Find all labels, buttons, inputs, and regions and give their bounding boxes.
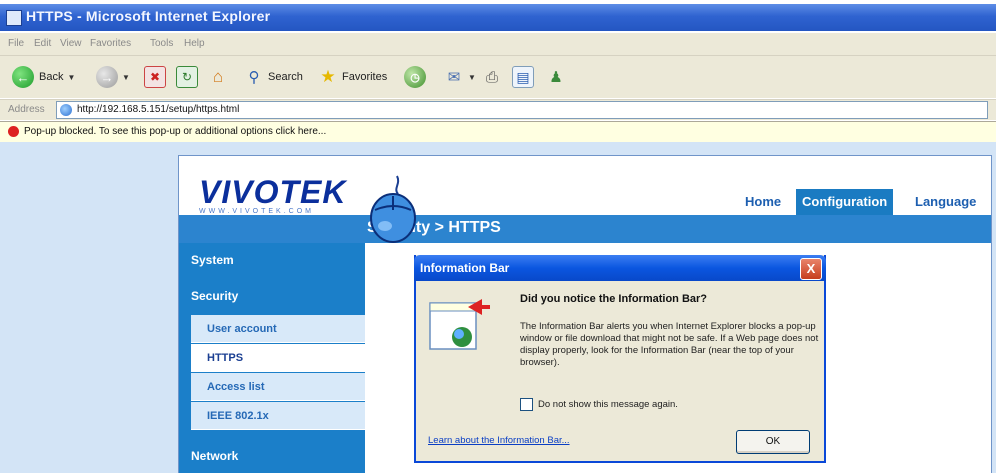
refresh-button[interactable]: ↻ — [176, 65, 198, 89]
ok-button[interactable]: OK — [736, 430, 810, 454]
menu-view[interactable]: View — [60, 38, 82, 49]
sidebar-subitem-https[interactable]: HTTPS — [191, 344, 365, 372]
sidebar-subitem-user-account[interactable]: User account — [191, 315, 365, 343]
information-bar[interactable]: Pop-up blocked. To see this pop-up or ad… — [0, 121, 996, 143]
dialog-heading: Did you notice the Information Bar? — [520, 293, 708, 305]
menu-help[interactable]: Help — [184, 38, 205, 49]
dialog-close-button[interactable]: X — [800, 258, 822, 280]
address-input[interactable]: http://192.168.5.151/setup/https.html — [56, 101, 988, 119]
back-arrow-icon: ← — [12, 66, 34, 88]
forward-button[interactable]: → ▼ — [96, 65, 130, 89]
breadcrumb-bar: Security > HTTPS — [179, 215, 991, 243]
vivotek-logo: VIVOTEK WWW.VIVOTEK.COM — [199, 174, 346, 215]
sidebar-item-security[interactable]: Security — [179, 279, 365, 313]
messenger-icon: ♟ — [549, 69, 563, 86]
back-button[interactable]: ← Back ▼ — [12, 65, 75, 89]
sidebar-item-system[interactable]: System — [179, 243, 365, 277]
sidebar-subitem-ieee-8021x[interactable]: IEEE 802.1x — [191, 402, 365, 430]
edit-button[interactable]: ▤ — [512, 65, 534, 89]
toolbar: ← Back ▼ → ▼ ✖ ↻ ⌂ ⚲ Search ★ Favorites … — [0, 56, 996, 98]
nav-home[interactable]: Home — [739, 189, 787, 215]
refresh-icon: ↻ — [176, 66, 198, 88]
search-icon: ⚲ — [248, 69, 260, 86]
logo-text: VIVOTEK — [199, 174, 347, 210]
ie-page-icon — [60, 104, 72, 116]
menu-bar: File Edit View Favorites Tools Help — [0, 33, 996, 56]
search-button[interactable]: ⚲ Search — [244, 65, 303, 89]
address-bar: Address http://192.168.5.151/setup/https… — [0, 99, 996, 120]
dialog-title: Information Bar — [420, 261, 510, 275]
address-url: http://192.168.5.151/setup/https.html — [77, 104, 240, 115]
history-icon: ◷ — [404, 66, 426, 88]
favorites-button[interactable]: ★ Favorites — [318, 65, 387, 89]
chevron-down-icon: ▼ — [468, 72, 476, 82]
stop-button[interactable]: ✖ — [144, 65, 166, 89]
mail-button[interactable]: ✉ ▼ — [444, 65, 476, 89]
menu-favorites[interactable]: Favorites — [90, 38, 131, 49]
window-title: HTTPS - Microsoft Internet Explorer — [26, 8, 271, 24]
mouse-illustration-icon — [370, 175, 416, 243]
information-bar-illustration-icon — [429, 299, 490, 350]
sidebar-subitem-access-list[interactable]: Access list — [191, 373, 365, 401]
sidebar: System Security User account HTTPS Acces… — [179, 243, 365, 473]
learn-about-information-bar-link[interactable]: Learn about the Information Bar... — [428, 435, 570, 446]
back-label: Back — [39, 71, 64, 83]
dialog-title-bar: Information Bar X — [414, 255, 826, 281]
nav-configuration[interactable]: Configuration — [796, 189, 894, 215]
ie-window-icon — [6, 10, 22, 26]
chevron-down-icon: ▼ — [67, 72, 76, 82]
history-button[interactable]: ◷ — [404, 65, 426, 89]
stop-icon: ✖ — [144, 66, 166, 88]
popup-blocked-icon — [8, 126, 19, 137]
forward-arrow-icon: → — [96, 66, 118, 88]
print-icon: ⎙ — [485, 68, 498, 86]
print-button[interactable]: ⎙ — [482, 65, 502, 89]
checkbox-label: Do not show this message again. — [538, 399, 678, 410]
home-icon: ⌂ — [212, 67, 224, 86]
mail-icon: ✉ — [447, 69, 461, 86]
address-label: Address — [8, 104, 45, 115]
menu-edit[interactable]: Edit — [34, 38, 51, 49]
dialog-body-text: The Information Bar alerts you when Inte… — [520, 321, 819, 368]
checkbox-box[interactable] — [520, 398, 533, 411]
favorites-label: Favorites — [342, 71, 388, 83]
nav-language[interactable]: Language — [909, 189, 982, 215]
search-label: Search — [268, 71, 303, 83]
home-button[interactable]: ⌂ — [208, 65, 228, 89]
title-bar: HTTPS - Microsoft Internet Explorer — [0, 4, 996, 31]
information-bar-dialog: Information Bar X Did you notice the Inf… — [414, 255, 826, 463]
chevron-down-icon: ▼ — [122, 72, 130, 82]
star-icon: ★ — [320, 67, 336, 86]
information-bar-text: Pop-up blocked. To see this pop-up or ad… — [24, 126, 327, 137]
menu-tools[interactable]: Tools — [150, 38, 173, 49]
edit-page-icon: ▤ — [512, 66, 534, 88]
sidebar-item-network[interactable]: Network — [179, 439, 365, 473]
dont-show-again-checkbox[interactable]: Do not show this message again. — [520, 398, 678, 411]
menu-file[interactable]: File — [8, 38, 24, 49]
ie-window: HTTPS - Microsoft Internet Explorer File… — [0, 0, 996, 473]
messenger-button[interactable]: ♟ — [546, 65, 566, 89]
